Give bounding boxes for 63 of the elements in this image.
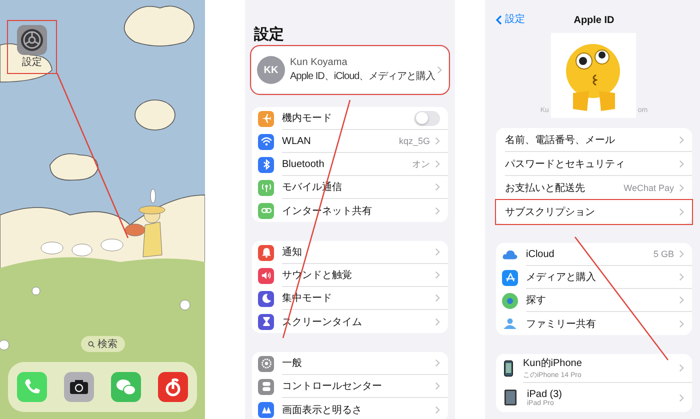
chevron-icon bbox=[679, 136, 684, 144]
chevron-icon bbox=[435, 294, 440, 302]
menu-item-label[interactable]: サウンドと触覚 bbox=[282, 268, 430, 282]
chevron-icon bbox=[435, 271, 440, 279]
chevron-icon bbox=[437, 66, 442, 74]
menu-item[interactable]: お支払いと配送先 WeChat Pay bbox=[496, 176, 692, 200]
device-name[interactable]: iPad (3) bbox=[527, 388, 674, 400]
chevron-icon bbox=[679, 296, 684, 304]
menu-item-label[interactable]: 通知 bbox=[282, 245, 430, 259]
chevron-icon bbox=[435, 406, 440, 414]
chevron-icon bbox=[679, 208, 684, 216]
chevron-icon bbox=[435, 318, 440, 326]
location-dot-icon bbox=[502, 292, 518, 308]
menu-item[interactable]: パスワードとセキュリティ bbox=[496, 152, 692, 176]
chevron-icon bbox=[679, 250, 684, 258]
menu-item-label[interactable]: 一般 bbox=[282, 356, 430, 370]
app-label: 設定 bbox=[22, 58, 42, 68]
chevron-icon bbox=[679, 184, 684, 192]
chevron-icon bbox=[679, 160, 684, 168]
device-name[interactable]: Kun的iPhone bbox=[523, 356, 674, 370]
chevron-icon bbox=[435, 206, 440, 214]
avatar-initials: KK bbox=[257, 56, 285, 84]
back-chevron-icon bbox=[496, 15, 502, 25]
menu-item-label[interactable]: コントロールセンター bbox=[282, 379, 430, 393]
chevron-icon bbox=[435, 183, 440, 191]
menu-item-label[interactable]: 機内モード bbox=[282, 111, 409, 125]
menu-item-label[interactable]: ファミリー共有 bbox=[526, 316, 674, 330]
back-link[interactable]: 設定 bbox=[496, 12, 525, 28]
row-value: kqz_5G bbox=[398, 136, 430, 146]
people-icon bbox=[502, 318, 518, 329]
chevron-icon bbox=[679, 320, 684, 328]
menu-item-label[interactable]: 画面表示と明るさ bbox=[282, 402, 430, 416]
row-value: 5 GB bbox=[653, 249, 674, 259]
cloud-icon bbox=[502, 249, 518, 260]
search-icon bbox=[88, 340, 94, 348]
page-title: 設定 bbox=[252, 26, 285, 44]
profile-card[interactable]: KK Kun Koyama Apple ID、iCloud、メディアと購入 bbox=[252, 47, 448, 93]
search-pill[interactable]: 検索 bbox=[80, 336, 124, 352]
camera-icon[interactable] bbox=[64, 372, 94, 402]
chat-bubbles-icon[interactable] bbox=[111, 372, 142, 402]
menu-item-label[interactable]: Bluetooth bbox=[282, 158, 407, 170]
page-title: Apple ID bbox=[574, 14, 614, 26]
chevron-icon bbox=[435, 160, 440, 168]
chevron-icon bbox=[435, 248, 440, 256]
menu-item[interactable]: サブスクリプション bbox=[496, 200, 692, 224]
menu-item-label[interactable]: WLAN bbox=[282, 136, 394, 146]
profile-name: Kun Koyama bbox=[290, 57, 348, 68]
chevron-icon bbox=[435, 382, 440, 390]
menu-item-label[interactable]: 探す bbox=[526, 293, 674, 307]
chevron-icon bbox=[679, 394, 684, 402]
phone-device-icon bbox=[504, 360, 513, 377]
chevron-icon bbox=[679, 273, 684, 281]
menu-item-label[interactable]: iCloud bbox=[526, 248, 648, 260]
settings-icon[interactable] bbox=[17, 25, 47, 55]
menu-item-label[interactable]: メディアと購入 bbox=[526, 270, 674, 284]
chevron-icon bbox=[435, 359, 440, 367]
menu-item[interactable]: 名前、電話番号、メール bbox=[496, 128, 692, 152]
row-value: オン bbox=[412, 158, 430, 170]
letter-a-icon bbox=[502, 270, 518, 286]
chevron-icon bbox=[435, 137, 440, 145]
chevron-icon bbox=[679, 364, 684, 372]
toggle-switch[interactable] bbox=[414, 110, 440, 126]
tablet-device-icon bbox=[504, 389, 517, 406]
